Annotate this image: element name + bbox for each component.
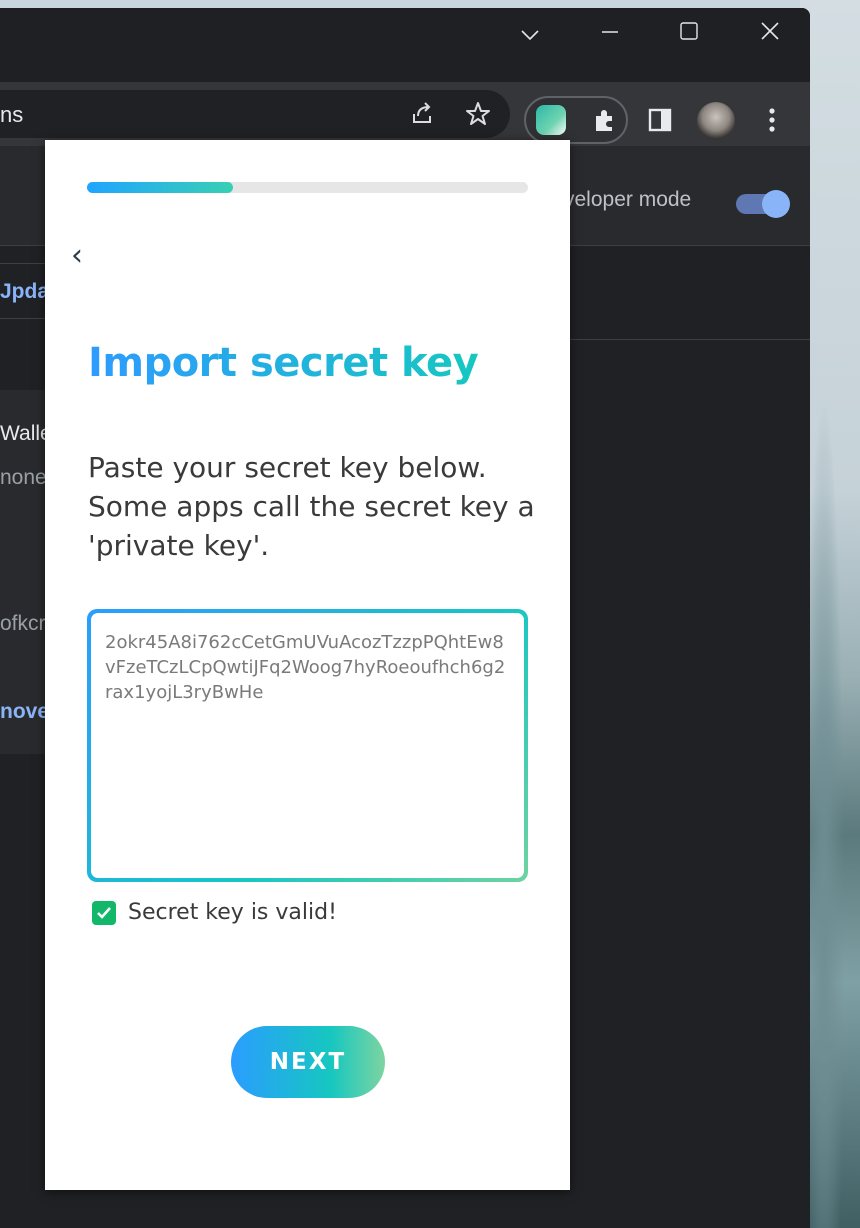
share-icon[interactable] [404,96,440,132]
maximize-icon[interactable] [669,18,709,52]
secret-key-value[interactable]: 2okr45A8i762cCetGmUVuAcozTzzpPQhtEw8vFze… [105,630,510,705]
extensions-puzzle-icon[interactable] [586,102,622,138]
developer-mode-label: veloper mode [564,188,692,211]
validation-row: Secret key is valid! [92,900,337,925]
extension-card-title: Walle [0,422,52,445]
extension-card-desc: none [0,466,47,489]
page-title: Import secret key [88,340,479,386]
close-icon[interactable] [750,18,790,52]
secret-key-textarea[interactable]: 2okr45A8i762cCetGmUVuAcozTzzpPQhtEw8vFze… [87,609,528,882]
bookmark-star-icon[interactable] [460,96,496,132]
progress-bar-fill [87,182,233,193]
title-bar [0,8,810,82]
validation-message: Secret key is valid! [128,900,337,925]
browser-toolbar: ns [0,82,810,146]
divider [570,339,810,340]
developer-mode-toggle-knob[interactable] [762,190,790,218]
side-panel-icon[interactable] [642,102,678,138]
progress-bar [87,182,528,193]
profile-avatar[interactable] [697,102,735,140]
minimize-icon[interactable] [590,18,630,52]
extension-pill [524,96,628,144]
tab-search-icon[interactable] [510,18,550,52]
address-bar[interactable]: ns [0,90,510,138]
url-text: ns [0,102,24,127]
back-chevron-icon[interactable]: ‹ [63,236,91,276]
next-button[interactable]: NEXT [231,1026,385,1098]
kebab-menu-icon[interactable] [754,102,790,138]
secret-key-textarea-inner[interactable]: 2okr45A8i762cCetGmUVuAcozTzzpPQhtEw8vFze… [91,613,524,878]
remove-button[interactable]: nove [0,700,49,724]
instructions-text: Paste your secret key below. Some apps c… [88,451,535,562]
wallet-popup: ‹ Import secret key Paste your secret ke… [45,140,570,1190]
extension-card-id: ofkcr [0,612,46,635]
wallet-extension-icon[interactable] [536,105,566,135]
checkbox-checked-icon [92,900,116,925]
